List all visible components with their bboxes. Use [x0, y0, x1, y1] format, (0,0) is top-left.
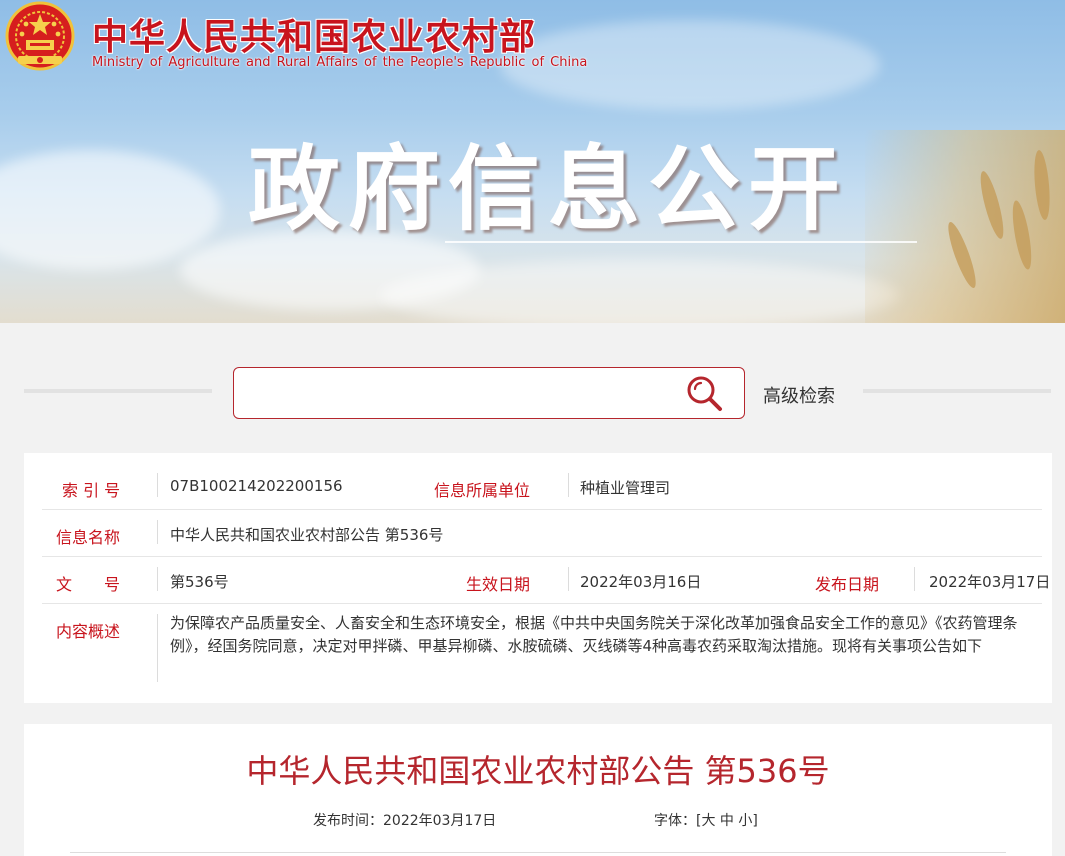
divider [568, 473, 569, 497]
publish-date-value: 2022年03月17日 [929, 573, 1051, 591]
cloud-decoration [0, 150, 220, 270]
summary-label: 内容概述 [56, 622, 121, 641]
effective-date-label: 生效日期 [466, 575, 531, 594]
font-size-selector: 字体：[大 中 小] [654, 810, 758, 830]
cloud-decoration [380, 260, 900, 323]
divider [157, 567, 158, 591]
search-box [233, 367, 745, 419]
index-label: 索 引 号 [62, 481, 121, 500]
summary-value: 为保障农产品质量安全、人畜安全和生态环境安全，根据《中共中央国务院关于深化改革加… [170, 614, 1018, 655]
publish-time-label: 发布时间： [313, 813, 383, 829]
publish-time: 发布时间：2022年03月17日 [313, 810, 496, 830]
dept-label: 信息所属单位 [434, 481, 531, 500]
info-table: 索 引 号 07B100214202200156 信息所属单位 种植业管理司 信… [24, 453, 1052, 703]
wheat-decoration [865, 130, 1065, 323]
info-row-name: 信息名称 中华人民共和国农业农村部公告 第536号 [42, 510, 1042, 557]
info-row-doc: 文 号 第536号 生效日期 2022年03月16日 发布日期 2022年03月… [42, 557, 1050, 604]
publish-date-label: 发布日期 [815, 575, 880, 594]
publish-time-value: 2022年03月17日 [383, 813, 497, 829]
advanced-search-link[interactable]: 高级检索 [763, 382, 835, 408]
header-banner: 中华人民共和国农业农村部 Ministry of Agriculture and… [0, 0, 1065, 323]
name-value: 中华人民共和国农业农村部公告 第536号 [170, 526, 444, 544]
name-label: 信息名称 [56, 528, 121, 547]
doc-value: 第536号 [170, 573, 229, 591]
divider [157, 614, 158, 682]
divider [157, 473, 158, 497]
index-value: 07B100214202200156 [170, 477, 343, 495]
doc-label: 文 号 [56, 575, 121, 594]
divider [863, 389, 1051, 393]
info-row-summary: 内容概述 为保障农产品质量安全、人畜安全和生态环境安全，根据《中共中央国务院关于… [42, 604, 1042, 694]
search-input[interactable] [244, 376, 684, 410]
effective-date-value: 2022年03月16日 [580, 573, 702, 591]
font-size-medium-button[interactable]: 中 [720, 813, 734, 829]
emblem-icon [5, 1, 75, 71]
divider [70, 852, 1006, 853]
article-panel: 中华人民共和国农业农村部公告 第536号 发布时间：2022年03月17日 字体… [24, 724, 1052, 856]
divider [445, 241, 917, 243]
article-title: 中华人民共和国农业农村部公告 第536号 [246, 752, 830, 790]
font-size-large-button[interactable]: 大 [701, 813, 715, 829]
divider [24, 389, 212, 393]
divider [157, 520, 158, 544]
divider [568, 567, 569, 591]
section-title: 政府信息公开 [248, 136, 849, 243]
ministry-name-cn: 中华人民共和国农业农村部 [92, 17, 537, 58]
divider [914, 567, 915, 591]
dept-value: 种植业管理司 [580, 479, 671, 497]
font-size-small-button[interactable]: 小 [738, 813, 752, 829]
font-size-label: 字体： [654, 813, 696, 829]
info-row-index: 索 引 号 07B100214202200156 信息所属单位 种植业管理司 [42, 463, 1042, 510]
ministry-name-en: Ministry of Agriculture and Rural Affair… [92, 55, 588, 70]
search-icon[interactable] [684, 373, 724, 413]
font-bracket-close: ] [752, 813, 758, 829]
